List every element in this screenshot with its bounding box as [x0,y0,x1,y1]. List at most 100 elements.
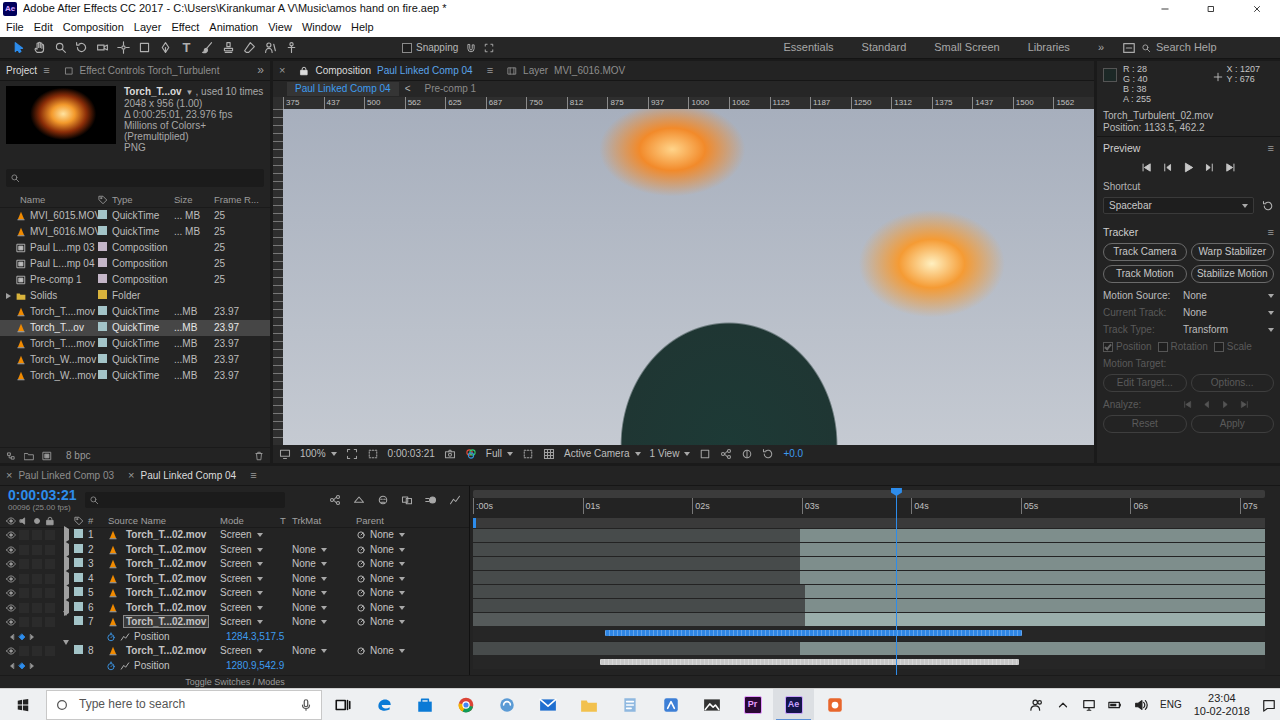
layer-active-span[interactable] [800,529,1265,542]
time-display[interactable]: 0:00:03:2100096 (25.00 fps) [8,488,77,512]
composition-frame[interactable] [283,109,1094,445]
layer-active-span[interactable] [800,557,1265,570]
column-frame-rate[interactable]: Frame R... [214,194,266,205]
dropdown-arrow-icon[interactable] [257,591,263,595]
dropdown-arrow-icon[interactable] [399,548,405,552]
blend-mode[interactable]: Screen [220,616,280,628]
layer-name[interactable]: Torch_T...02.mov [124,616,208,627]
solo-switch[interactable] [32,603,42,613]
column-number[interactable]: # [88,515,108,526]
tracker-field[interactable]: Motion Source:None [1103,287,1274,304]
blend-mode[interactable]: Screen [220,645,280,657]
solo-switch[interactable] [32,545,42,555]
pickwhip-icon[interactable] [356,646,366,656]
parent-select[interactable]: None [370,529,469,541]
audio-switch[interactable] [19,545,29,555]
blend-mode[interactable]: Screen [220,529,280,541]
taskbar-app[interactable] [486,689,527,720]
taskbar-app[interactable]: Ae [773,689,814,720]
taskbar-app[interactable] [691,689,732,720]
layer-duration-bar[interactable] [473,613,1265,626]
label-color[interactable] [74,645,83,654]
layer-duration-bar[interactable] [473,642,1265,655]
blend-icon[interactable] [401,494,413,506]
dropdown-arrow-icon[interactable] [399,591,405,595]
eye-icon[interactable] [6,559,16,569]
parent-select[interactable]: None [370,544,469,556]
shortcut-select[interactable]: Spacebar [1103,197,1254,214]
keyframe-icon[interactable] [18,633,26,641]
panel-menu[interactable]: ≡ [1268,142,1274,155]
layer-row[interactable]: 8Torch_T...02.movScreenNoneNone [0,644,469,659]
label-color[interactable] [98,210,107,219]
tool-button[interactable] [281,38,302,58]
viewer-tab[interactable]: LayerMVI_6016.MOV [507,61,625,81]
tool-button[interactable] [50,38,71,58]
note-icon[interactable] [1262,698,1276,712]
last-frame-icon[interactable] [1225,162,1236,173]
label-color[interactable] [74,616,83,625]
taskbar-app[interactable] [650,689,691,720]
fit-icon[interactable] [346,448,358,460]
blend-mode[interactable]: Screen [220,602,280,614]
monitor-icon[interactable] [279,448,291,460]
eye-icon[interactable] [6,603,16,613]
clock[interactable]: 23:0410-02-2018 [1194,692,1250,718]
pickwhip-icon[interactable] [356,603,366,613]
taskbar-app[interactable] [322,689,363,720]
layer-row[interactable]: 2Torch_T...02.movScreenNoneNone [0,543,469,558]
layer-name[interactable]: Torch_T...02.mov [124,645,208,656]
graph-icon[interactable] [120,661,130,671]
label-color[interactable] [74,573,83,582]
tool-button[interactable]: T [176,38,197,58]
dropdown-arrow-icon[interactable] [1268,328,1274,332]
parent-select[interactable]: None [370,645,469,657]
column-mode[interactable]: Mode [220,515,280,526]
layer-row[interactable]: 3Torch_T...02.movScreenNoneNone [0,557,469,572]
layer-row[interactable]: 4Torch_T...02.movScreenNoneNone [0,572,469,587]
menu-item[interactable]: Window [297,18,346,37]
layer-duration-bar[interactable] [473,599,1265,612]
first-frame-icon[interactable] [1141,162,1152,173]
label-color[interactable] [98,306,107,315]
close-tab[interactable]: × [128,469,134,482]
time-navigator[interactable] [473,490,1265,498]
project-item[interactable]: Torch_W...movQuickTime...MB23.97 [0,368,270,384]
solo-switch[interactable] [32,530,42,540]
label-color[interactable] [98,354,107,363]
volume-icon[interactable] [1134,698,1148,712]
keyright-icon[interactable] [28,662,36,670]
tool-button[interactable] [218,38,239,58]
comp-crumb[interactable]: Paul Linked Comp 04 [287,82,399,96]
track-matte[interactable]: None [292,558,356,570]
resolution[interactable]: Full [486,448,513,460]
solo-switch[interactable] [32,588,42,598]
keyleft-icon[interactable] [8,633,16,641]
layer-name[interactable]: Torch_T...02.mov [124,602,208,613]
track-matte[interactable]: None [292,602,356,614]
eye-icon[interactable] [6,588,16,598]
label-color[interactable] [98,274,107,283]
layer-row[interactable]: 5Torch_T...02.movScreenNoneNone [0,586,469,601]
track-matte[interactable]: None [292,544,356,556]
layer-name[interactable]: Torch_T...02.mov [124,529,208,540]
dropdown-arrow-icon[interactable] [399,562,405,566]
dropdown-arrow-icon[interactable] [257,649,263,653]
blend-mode[interactable]: Screen [220,558,280,570]
workspace-tab[interactable]: Libraries [1014,41,1084,54]
layer-row[interactable]: 1Torch_T...02.movScreenNone [0,528,469,543]
field-select[interactable]: None [1183,290,1274,302]
bit-depth[interactable]: 8 bpc [66,450,90,462]
eye-icon[interactable] [6,617,16,627]
track-matte[interactable]: None [292,587,356,599]
solo-switch[interactable] [32,646,42,656]
project-item[interactable]: Torch_W...movQuickTime...MB23.97 [0,352,270,368]
dropdown-arrow-icon[interactable] [1242,204,1248,208]
property-value[interactable]: 1280.9,542.9 [226,660,469,672]
solo-switch[interactable] [32,574,42,584]
pickwhip-icon[interactable] [356,559,366,569]
menu-item[interactable]: Edit [29,18,58,37]
lock-switch[interactable] [45,588,55,598]
parent-select[interactable]: None [370,616,469,628]
panel-tab[interactable]: Effect Controls Torch_Turbulent [64,61,220,81]
